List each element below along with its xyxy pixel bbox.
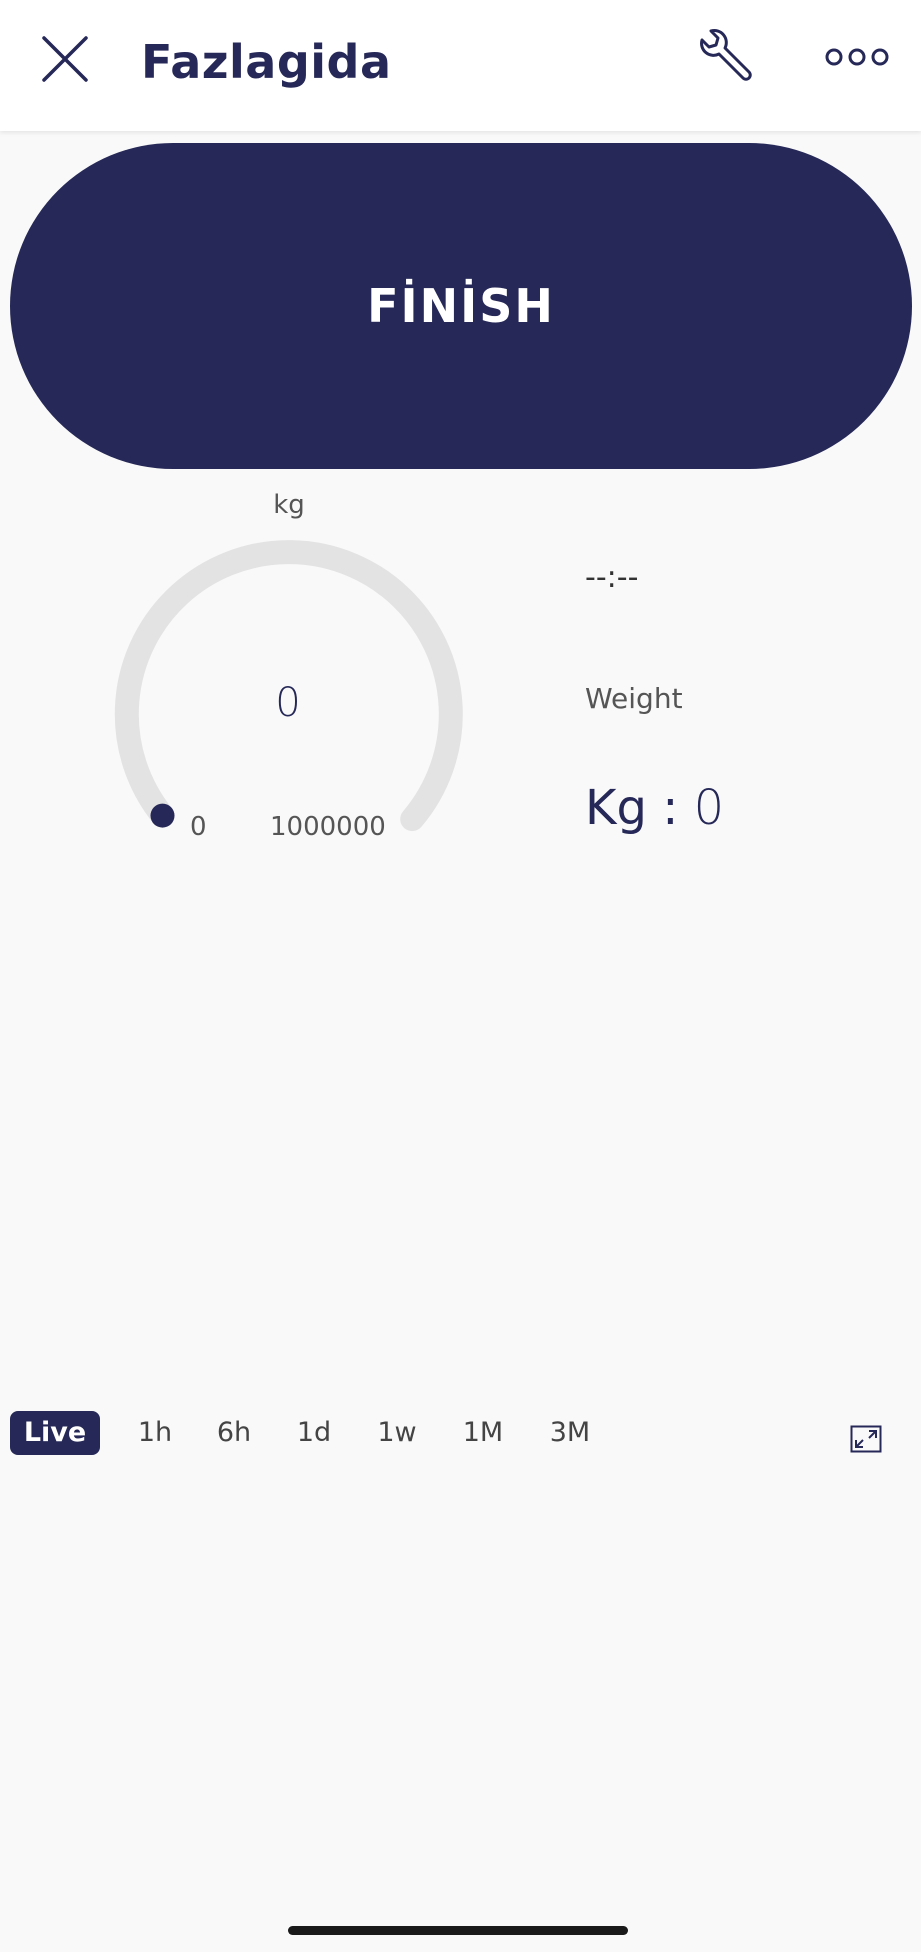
expand-icon <box>850 1425 882 1453</box>
kg-readout: Kg : 0 <box>585 780 724 836</box>
kg-prefix: Kg : <box>585 780 694 836</box>
settings-button[interactable] <box>690 26 758 94</box>
tab-1h[interactable]: 1h <box>125 1411 185 1455</box>
time-display: --:-- <box>585 560 639 595</box>
tab-1w[interactable]: 1w <box>365 1411 429 1455</box>
page-title: Fazlagida <box>141 35 392 89</box>
gauge-max-label: 1000000 <box>270 812 386 842</box>
gauge-value: 0 <box>275 680 301 726</box>
more-horizontal-icon <box>825 48 889 66</box>
tab-6h[interactable]: 6h <box>204 1411 264 1455</box>
expand-chart-button[interactable] <box>850 1425 882 1453</box>
more-options-button[interactable] <box>824 44 890 70</box>
finish-button[interactable]: FİNİSH <box>10 143 912 469</box>
tab-live[interactable]: Live <box>10 1411 100 1455</box>
kg-value: 0 <box>693 780 725 836</box>
home-indicator <box>288 1926 628 1935</box>
close-icon <box>42 36 88 82</box>
weight-label: Weight <box>585 682 683 715</box>
tab-1m[interactable]: 1M <box>451 1411 515 1455</box>
gauge-unit-label: kg <box>273 490 305 520</box>
close-button[interactable] <box>36 30 94 88</box>
app-header: Fazlagida <box>0 0 921 131</box>
tab-3m[interactable]: 3M <box>538 1411 602 1455</box>
gauge-min-label: 0 <box>190 812 207 842</box>
wrench-icon <box>700 29 752 81</box>
gauge-indicator <box>150 803 175 828</box>
tab-1d[interactable]: 1d <box>284 1411 344 1455</box>
